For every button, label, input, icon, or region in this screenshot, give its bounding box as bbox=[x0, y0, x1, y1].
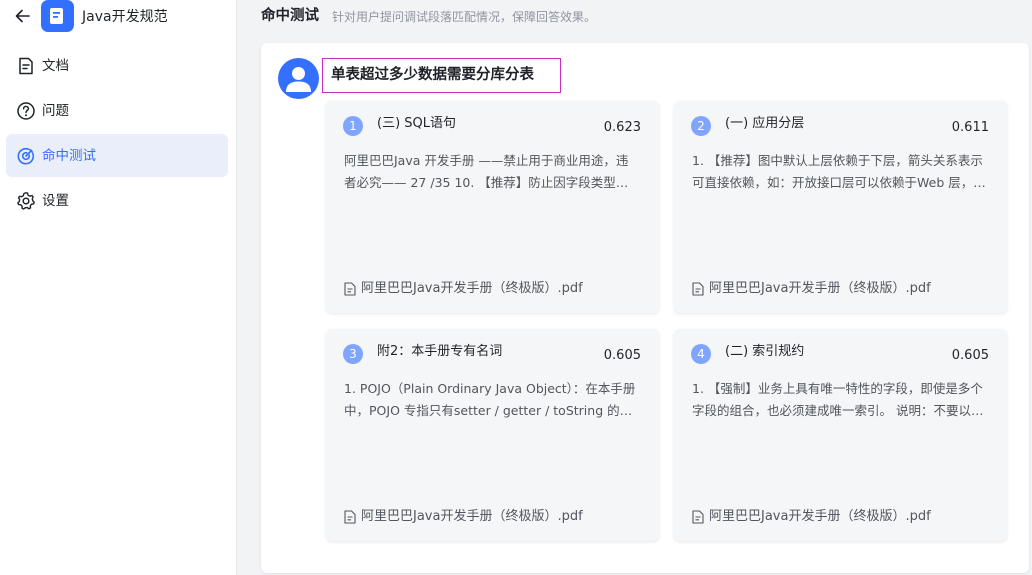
sidebar-item-hit-test[interactable]: 命中测试 bbox=[6, 134, 228, 177]
result-snippet: 阿里巴巴Java 开发手册 ——禁止用于商业用途，违者必究—— 27 /35 1… bbox=[344, 153, 629, 190]
result-index-badge: 1 bbox=[343, 116, 363, 136]
sidebar-item-questions[interactable]: 问题 bbox=[6, 89, 228, 132]
result-title: 附2：本手册专有名词 bbox=[377, 344, 503, 359]
user-icon bbox=[286, 67, 311, 92]
avatar bbox=[278, 58, 319, 99]
query-text: 单表超过多少数据需要分库分表 bbox=[331, 67, 534, 83]
sidebar-item-label: 文档 bbox=[42, 58, 69, 74]
sidebar-item-settings[interactable]: 设置 bbox=[6, 179, 228, 222]
result-index-badge: 4 bbox=[691, 344, 711, 364]
result-card[interactable]: 4 (二) 索引规约 0.605 1. 【强制】业务上具有唯一特性的字段，即使是… bbox=[674, 329, 1007, 541]
app-name: Java开发规范 bbox=[82, 9, 168, 25]
result-index-badge: 2 bbox=[691, 116, 711, 136]
gear-icon bbox=[17, 192, 35, 210]
arrow-left-icon bbox=[15, 9, 30, 23]
sidebar-item-label: 问题 bbox=[42, 103, 69, 119]
result-snippet: 1. POJO（Plain Ordinary Java Object）：在本手册… bbox=[344, 381, 636, 418]
result-card[interactable]: 3 附2：本手册专有名词 0.605 1. POJO（Plain Ordinar… bbox=[326, 329, 659, 541]
page-description: 针对用户提问调试段落匹配情况，保障回答效果。 bbox=[332, 10, 597, 24]
document-icon bbox=[19, 57, 33, 75]
result-card[interactable]: 2 (一) 应用分层 0.611 1. 【推荐】图中默认上层依赖于下层，箭头关系… bbox=[674, 101, 1007, 313]
result-score: 0.605 bbox=[603, 348, 641, 363]
result-snippet: 1. 【强制】业务上具有唯一特性的字段，即使是多个字段的组合，也必须建成唯一索引… bbox=[692, 381, 984, 418]
question-icon bbox=[17, 102, 35, 120]
file-icon bbox=[344, 510, 356, 524]
result-source-name: 阿里巴巴Java开发手册（终极版）.pdf bbox=[361, 281, 583, 296]
result-source-name: 阿里巴巴Java开发手册（终极版）.pdf bbox=[361, 509, 583, 524]
book-icon bbox=[50, 8, 63, 24]
result-title: (二) 索引规约 bbox=[725, 344, 805, 359]
result-card[interactable]: 1 (三) SQL语句 0.623 阿里巴巴Java 开发手册 ——禁止用于商业… bbox=[326, 101, 659, 313]
file-icon bbox=[344, 282, 356, 296]
back-button[interactable] bbox=[13, 6, 33, 26]
target-icon bbox=[17, 147, 35, 165]
file-icon bbox=[692, 282, 704, 296]
sidebar-item-documents[interactable]: 文档 bbox=[6, 44, 228, 87]
result-score: 0.611 bbox=[951, 120, 989, 135]
result-snippet: 1. 【推荐】图中默认上层依赖于下层，箭头关系表示可直接依赖，如：开放接口层可以… bbox=[692, 153, 986, 190]
result-title: (三) SQL语句 bbox=[377, 116, 457, 131]
sidebar-header: Java开发规范 bbox=[0, 0, 237, 34]
result-source-name: 阿里巴巴Java开发手册（终极版）.pdf bbox=[709, 281, 931, 296]
page-title: 命中测试 bbox=[261, 8, 319, 24]
query-box: 单表超过多少数据需要分库分表 bbox=[322, 58, 561, 93]
result-index-badge: 3 bbox=[343, 344, 363, 364]
file-icon bbox=[692, 510, 704, 524]
sidebar-item-label: 命中测试 bbox=[42, 148, 96, 164]
app-logo bbox=[41, 0, 74, 32]
sidebar-item-label: 设置 bbox=[42, 193, 69, 209]
result-score: 0.623 bbox=[603, 120, 641, 135]
result-score: 0.605 bbox=[951, 348, 989, 363]
result-source-name: 阿里巴巴Java开发手册（终极版）.pdf bbox=[709, 509, 931, 524]
sidebar: Java开发规范 文档 问题 命中测试 设置 bbox=[0, 0, 237, 575]
result-title: (一) 应用分层 bbox=[725, 116, 805, 131]
